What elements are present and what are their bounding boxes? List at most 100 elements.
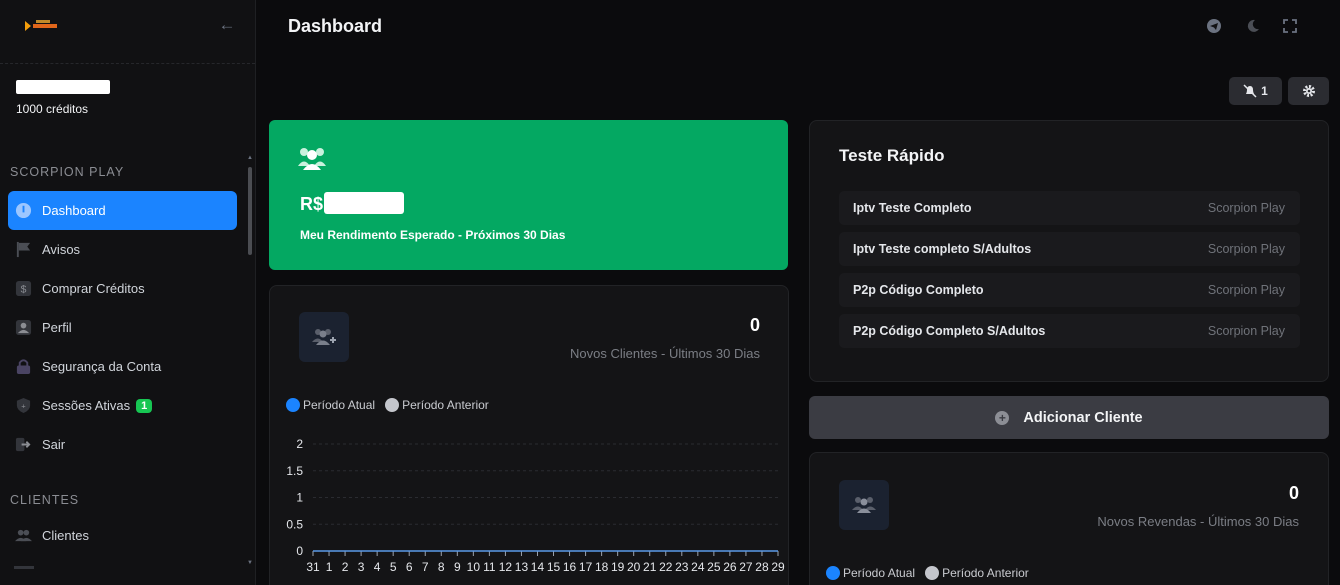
sidebar-item-clientes[interactable]: Clientes — [8, 516, 237, 555]
legend-previous[interactable]: Período Anterior — [385, 398, 489, 412]
sidebar-item-label: Sessões Ativas — [42, 398, 131, 413]
x-tick-label: 18 — [595, 560, 609, 574]
x-tick-label: 23 — [675, 560, 689, 574]
legend-dot-current — [826, 566, 840, 580]
y-tick-label: 2 — [296, 437, 303, 451]
sessions-badge: 1 — [136, 398, 153, 413]
income-amount-redacted — [324, 192, 404, 214]
x-tick-label: 31 — [306, 560, 320, 574]
new-resellers-icon-box — [839, 480, 889, 530]
new-resellers-card: 0 Novos Revendas - Últimos 30 Dias Perío… — [809, 452, 1329, 585]
logout-icon — [14, 436, 32, 454]
legend-previous[interactable]: Período Anterior — [925, 566, 1029, 580]
x-tick-label: 8 — [438, 560, 445, 574]
x-tick-label: 11 — [483, 560, 496, 574]
user-info: 1000 créditos — [16, 80, 110, 116]
sidebar-item-sessoes[interactable]: + Sessões Ativas 1 — [8, 386, 237, 425]
shield-icon: + — [14, 397, 32, 415]
quick-test-provider: Scorpion Play — [1207, 283, 1285, 297]
section-title-scorpion: SCORPION PLAY — [10, 165, 125, 179]
sidebar-item-perfil[interactable]: Perfil — [8, 308, 237, 347]
sidebar-scrollbar[interactable]: ▲ ▼ — [247, 155, 253, 575]
notifications-count: 1 — [1261, 84, 1268, 98]
legend-dot-previous — [925, 566, 940, 580]
scrollbar-thumb[interactable] — [248, 167, 252, 255]
quick-test-name: P2p Código Completo S/Adultos — [853, 324, 1046, 338]
x-tick-label: 16 — [563, 560, 577, 574]
quick-test-card: Teste Rápido Iptv Teste Completo Scorpio… — [809, 120, 1329, 382]
moon-icon[interactable] — [1245, 18, 1261, 34]
lock-icon — [14, 358, 32, 376]
new-clients-card: 0 Novos Clientes - Últimos 30 Dias Perío… — [269, 285, 789, 585]
users-icon — [852, 497, 876, 513]
quick-test-row[interactable]: P2p Código Completo S/Adultos Scorpion P… — [839, 314, 1300, 348]
plus-circle-icon: + — [995, 410, 1010, 425]
header: Dashboard — [256, 0, 1340, 56]
sidebar-item-avisos[interactable]: Avisos — [8, 230, 237, 269]
x-tick-label: 4 — [374, 560, 381, 574]
x-tick-label: 27 — [739, 560, 753, 574]
fullscreen-icon[interactable] — [1282, 18, 1298, 34]
user-name-redacted — [16, 80, 110, 94]
new-resellers-value: 0 — [1288, 483, 1299, 503]
quick-test-name: Iptv Teste completo S/Adultos — [853, 242, 1032, 256]
users-icon — [298, 148, 326, 170]
scroll-down-icon[interactable]: ▼ — [247, 560, 253, 566]
sidebar-item-comprar-creditos[interactable]: $ Comprar Créditos — [8, 269, 237, 308]
legend-current[interactable]: Período Atual — [286, 398, 375, 412]
collapse-sidebar-icon[interactable]: ← — [218, 16, 236, 34]
quick-test-row[interactable]: Iptv Teste Completo Scorpion Play — [839, 191, 1300, 225]
svg-text:$: $ — [20, 284, 26, 295]
legend-current[interactable]: Período Atual — [826, 566, 915, 580]
resellers-chart-legend: Período Atual Período Anterior — [826, 566, 1039, 580]
page-title: Dashboard — [288, 16, 383, 36]
sidebar-item-sair[interactable]: Sair — [8, 425, 237, 464]
telegram-icon[interactable] — [1206, 18, 1222, 34]
quick-test-row[interactable]: Iptv Teste completo S/Adultos Scorpion P… — [839, 232, 1300, 266]
add-client-button[interactable]: + Adicionar Cliente — [809, 396, 1329, 439]
quick-test-provider: Scorpion Play — [1207, 201, 1285, 215]
sidebar-nav: Dashboard Avisos $ Comprar Créditos Perf… — [8, 191, 237, 464]
new-clients-label: Novos Clientes - Últimos 30 Dias — [569, 346, 760, 361]
quick-test-name: Iptv Teste Completo — [853, 201, 972, 215]
x-tick-label: 14 — [531, 560, 545, 574]
logo[interactable] — [24, 19, 58, 33]
user-credits: 1000 créditos — [16, 102, 89, 116]
settings-button[interactable] — [1288, 77, 1329, 105]
users-add-icon — [312, 329, 336, 345]
y-tick-label: 1 — [296, 491, 303, 505]
income-label: Meu Rendimento Esperado - Próximos 30 Di… — [300, 228, 566, 242]
flag-icon — [14, 241, 32, 259]
sidebar-header: ← — [0, 0, 255, 64]
sidebar-item-seguranca[interactable]: Segurança da Conta — [8, 347, 237, 386]
income-amount: R$ — [300, 194, 324, 214]
x-tick-label: 13 — [515, 560, 529, 574]
x-tick-label: 19 — [611, 560, 625, 574]
scroll-up-icon[interactable]: ▲ — [247, 155, 253, 161]
y-tick-label: 0.5 — [286, 517, 303, 531]
bell-off-icon — [1243, 84, 1257, 98]
x-tick-label: 2 — [342, 560, 349, 574]
notifications-muted-button[interactable]: 1 — [1229, 77, 1282, 105]
chart-legend: Período Atual Período Anterior — [286, 398, 499, 412]
sidebar-item-label: Avisos — [42, 242, 81, 257]
x-tick-label: 9 — [454, 560, 461, 574]
y-tick-label: 0 — [296, 544, 303, 558]
sidebar-item-dashboard[interactable]: Dashboard — [8, 191, 237, 230]
sidebar-nav-clients: Clientes — [8, 516, 237, 555]
x-tick-label: 24 — [691, 560, 705, 574]
sidebar-item-label: Segurança da Conta — [42, 359, 162, 374]
legend-previous-label: Período Anterior — [942, 566, 1029, 580]
sidebar-item-label: Perfil — [42, 320, 72, 335]
quick-test-name: P2p Código Completo — [853, 283, 984, 297]
legend-dot-previous — [385, 398, 400, 412]
x-tick-label: 21 — [643, 560, 657, 574]
y-tick-label: 1.5 — [286, 464, 303, 478]
x-tick-label: 5 — [390, 560, 397, 574]
x-tick-label: 1 — [326, 560, 333, 574]
x-tick-label: 17 — [579, 560, 593, 574]
new-clients-chart: 00.511.5231 1 2 3 4 5 6 7 8 9 10 11 12 13 14 15 16 17 18 19… — [286, 437, 785, 574]
quick-test-row[interactable]: P2p Código Completo Scorpion Play — [839, 273, 1300, 307]
svg-text:+: + — [21, 401, 26, 410]
next-item-icon — [14, 566, 34, 569]
